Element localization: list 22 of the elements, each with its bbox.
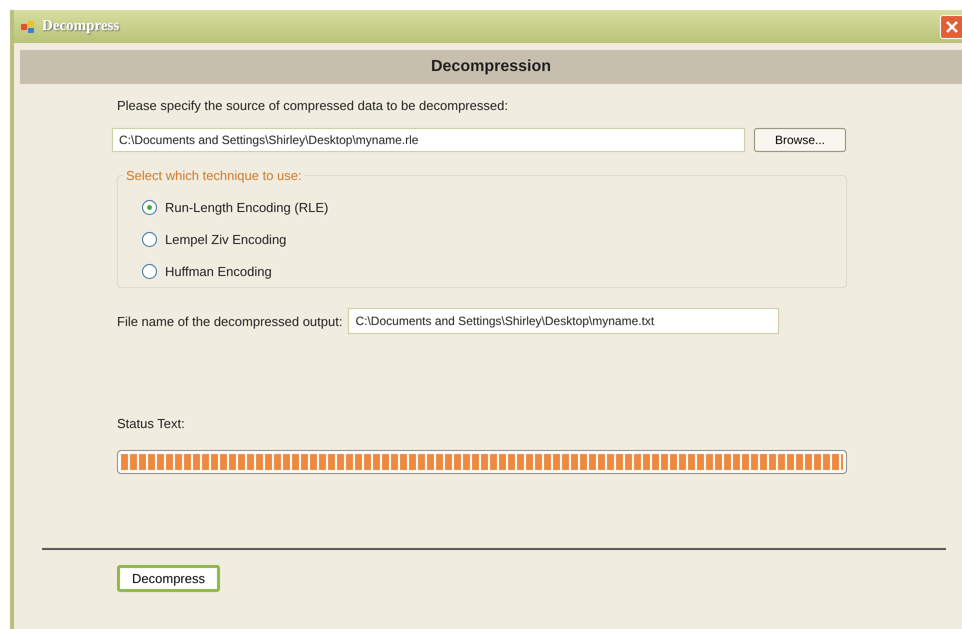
status-label: Status Text:	[117, 416, 186, 433]
close-icon	[945, 20, 959, 34]
output-path-field[interactable]: C:\Documents and Settings\Shirley\Desktop\myname.txt	[348, 308, 780, 334]
radio-button[interactable]	[142, 200, 157, 214]
output-label: File name of the decompressed output:	[117, 314, 342, 328]
radio-option[interactable]: Lempel Ziv Encoding	[142, 223, 846, 255]
source-label: Please specify the source of compressed data to be decompressed:	[117, 98, 509, 115]
window-title: Decompress	[42, 18, 120, 35]
decompress-button[interactable]: Decompress	[117, 565, 220, 592]
radio-button[interactable]	[142, 232, 157, 246]
radio-option[interactable]: Run-Length Encoding (RLE)	[142, 191, 846, 223]
radio-label: Lempel Ziv Encoding	[165, 232, 286, 246]
close-button[interactable]	[940, 14, 962, 38]
source-path-field[interactable]: C:\Documents and Settings\Shirley\Desktop\myname.rle	[112, 128, 745, 152]
radio-option[interactable]: Huffman Encoding	[142, 255, 846, 287]
radio-label: Run-Length Encoding (RLE)	[165, 200, 328, 214]
browse-button[interactable]: Browse...	[754, 128, 846, 152]
radio-button[interactable]	[142, 264, 157, 278]
radio-label: Huffman Encoding	[165, 264, 272, 278]
section-header: Decompression	[20, 50, 962, 84]
app-icon	[20, 18, 36, 34]
group-legend: Select which technique to use:	[124, 168, 304, 183]
